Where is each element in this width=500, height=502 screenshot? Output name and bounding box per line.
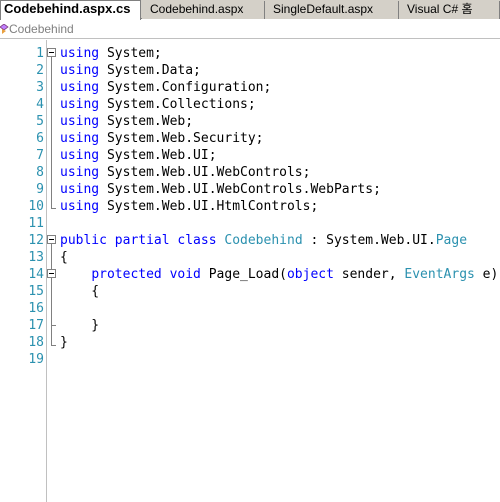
code-line[interactable]: 15 { xyxy=(0,283,500,300)
type-navigation-bar[interactable]: Codebehind xyxy=(0,20,500,39)
text-token: e) xyxy=(474,267,499,282)
line-number: 18 xyxy=(28,335,44,350)
line-number: 4 xyxy=(36,97,44,112)
text-token: System.Web.Security; xyxy=(99,131,264,146)
keyword-token: using xyxy=(60,46,100,61)
code-line[interactable]: 14 protected void Page_Load(object sende… xyxy=(0,266,500,283)
text-token: System; xyxy=(99,46,162,61)
text-token: { xyxy=(60,250,68,265)
keyword-token: using xyxy=(60,63,100,78)
code-line[interactable]: 3 using System.Configuration; xyxy=(0,79,500,96)
text-token: System.Web.UI.HtmlControls; xyxy=(99,199,319,214)
code-text: { xyxy=(60,283,99,300)
line-number: 3 xyxy=(36,80,44,95)
text-token: : System.Web.UI. xyxy=(302,233,436,248)
code-line[interactable]: 8 using System.Web.UI.WebControls; xyxy=(0,164,500,181)
code-line[interactable]: 10 using System.Web.UI.HtmlControls; xyxy=(0,198,500,215)
code-line[interactable]: 12 public partial class Codebehind : Syst… xyxy=(0,232,500,249)
text-token: System.Web; xyxy=(99,114,194,129)
keyword-token: object xyxy=(286,267,334,282)
code-text: using System.Data; xyxy=(60,62,201,79)
type-token: Page xyxy=(435,233,468,248)
code-line[interactable]: 11 xyxy=(0,215,500,232)
tab-visual-csharp-home[interactable]: Visual C# 홈 xyxy=(399,1,500,19)
code-line[interactable]: 2 using System.Data; xyxy=(0,62,500,79)
text-token: } xyxy=(60,318,100,333)
line-number: 16 xyxy=(28,301,44,316)
line-number: 1 xyxy=(36,46,44,61)
code-line[interactable]: 9 using System.Web.UI.WebControls.WebPart… xyxy=(0,181,500,198)
text-token: System.Web.UI.WebControls.WebParts; xyxy=(99,182,381,197)
keyword-token: protected void xyxy=(91,267,201,282)
text-token: { xyxy=(60,284,100,299)
text-token: System.Web.UI; xyxy=(99,148,217,163)
keyword-token: using xyxy=(60,114,100,129)
line-number: 10 xyxy=(28,199,44,214)
text-token: System.Configuration; xyxy=(99,80,272,95)
line-number: 5 xyxy=(36,114,44,129)
class-icon xyxy=(0,24,9,34)
keyword-token: using xyxy=(60,80,100,95)
text-token: System.Collections; xyxy=(99,97,256,112)
line-number: 6 xyxy=(36,131,44,146)
code-text: using System.Configuration; xyxy=(60,79,271,96)
keyword-token: public partial class xyxy=(60,233,217,248)
keyword-token: using xyxy=(60,165,100,180)
tab-codebehind-aspx[interactable]: Codebehind.aspx xyxy=(142,1,265,19)
code-line[interactable]: 16 xyxy=(0,300,500,317)
line-number: 17 xyxy=(28,318,44,333)
line-number: 9 xyxy=(36,182,44,197)
code-text: using System; xyxy=(60,45,162,62)
line-number: 8 xyxy=(36,165,44,180)
type-token: EventArgs xyxy=(404,267,475,282)
code-text: public partial class Codebehind : System… xyxy=(60,232,467,249)
code-editor[interactable]: 1 using System; 2 using System.Data; 3 using … xyxy=(0,40,500,502)
code-line[interactable]: 6 using System.Web.Security; xyxy=(0,130,500,147)
tab-codebehind-aspx-cs[interactable]: Codebehind.aspx.cs xyxy=(0,0,141,20)
line-number: 14 xyxy=(28,267,44,282)
code-line[interactable]: 5 using System.Web; xyxy=(0,113,500,130)
tab-singledefault-aspx[interactable]: SingleDefault.aspx xyxy=(265,1,399,19)
text-token: Page_Load( xyxy=(200,267,287,282)
code-text: { xyxy=(60,249,68,266)
class-selector-label: Codebehind xyxy=(9,22,74,36)
code-line[interactable]: 1 using System; xyxy=(0,45,500,62)
code-text: using System.Web.Security; xyxy=(60,130,264,147)
code-text: using System.Web.UI.WebControls; xyxy=(60,164,310,181)
code-text: } xyxy=(60,317,99,334)
code-line[interactable]: 17 } xyxy=(0,317,500,334)
code-text: } xyxy=(60,334,68,351)
code-text: using System.Web; xyxy=(60,113,193,130)
type-token: Codebehind xyxy=(224,233,303,248)
text-token: } xyxy=(60,335,68,350)
keyword-token: using xyxy=(60,182,100,197)
keyword-token: using xyxy=(60,97,100,112)
code-line[interactable]: 19 xyxy=(0,351,500,368)
code-line[interactable]: 13 { xyxy=(0,249,500,266)
line-number: 13 xyxy=(28,250,44,265)
code-text: using System.Collections; xyxy=(60,96,256,113)
code-text: using System.Web.UI.WebControls.WebParts… xyxy=(60,181,381,198)
text-token: sender, xyxy=(333,267,405,282)
line-number: 7 xyxy=(36,148,44,163)
document-tab-bar: Codebehind.aspx.cs Codebehind.aspx Singl… xyxy=(0,0,500,20)
line-number: 12 xyxy=(28,233,44,248)
text-token: System.Data; xyxy=(99,63,201,78)
keyword-token: using xyxy=(60,199,100,214)
text-token: System.Web.UI.WebControls; xyxy=(99,165,311,180)
line-number: 19 xyxy=(28,352,44,367)
code-line[interactable]: 7 using System.Web.UI; xyxy=(0,147,500,164)
code-text: protected void Page_Load(object sender, … xyxy=(60,266,498,283)
line-number: 15 xyxy=(28,284,44,299)
keyword-token: using xyxy=(60,131,100,146)
code-text: using System.Web.UI.HtmlControls; xyxy=(60,198,318,215)
code-text: using System.Web.UI; xyxy=(60,147,217,164)
code-line[interactable]: 4 using System.Collections; xyxy=(0,96,500,113)
line-number: 11 xyxy=(28,216,44,231)
code-line[interactable]: 18} xyxy=(0,334,500,351)
keyword-token: using xyxy=(60,148,100,163)
line-number: 2 xyxy=(36,63,44,78)
